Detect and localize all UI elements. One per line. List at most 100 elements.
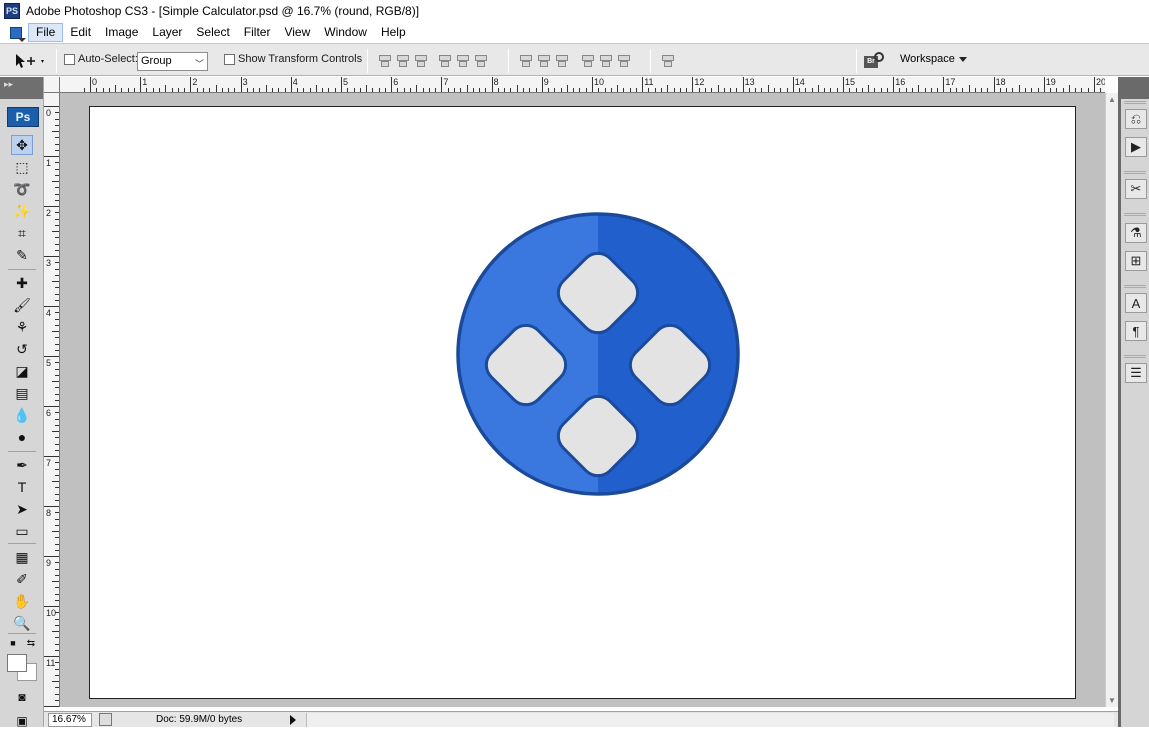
auto-select-checkbox[interactable] (64, 53, 75, 65)
distribute-top-icon[interactable] (518, 53, 532, 67)
ruler-tick (1100, 88, 1102, 92)
ruler-tick (303, 88, 305, 92)
auto-select-control[interactable]: Auto-Select: (64, 53, 138, 65)
menu-file[interactable]: File (28, 23, 64, 42)
auto-align-layers-icon[interactable] (660, 53, 674, 67)
paragraph-panel-icon[interactable]: ¶ (1125, 321, 1147, 341)
clone-stamp-tool-icon[interactable]: ⚘ (11, 317, 33, 337)
horizontal-ruler[interactable]: 01234567891011121314151617181920 (44, 77, 1105, 93)
marquee-tool-icon[interactable]: ⬚ (11, 157, 33, 177)
ruler-origin[interactable] (44, 77, 60, 93)
crop-tool-icon[interactable]: ⌗ (11, 223, 33, 243)
scroll-down-icon[interactable]: ▼ (1108, 696, 1116, 705)
vertical-scrollbar[interactable]: ▲ ▼ (1105, 93, 1118, 707)
ruler-tick (55, 262, 59, 264)
show-transform-checkbox[interactable] (224, 53, 235, 65)
swap-colors-icon[interactable]: ⇆ (24, 637, 38, 649)
toolbox-header[interactable]: ▸▸ (0, 77, 43, 99)
ps-badge[interactable]: Ps (7, 107, 39, 127)
eraser-tool-icon[interactable]: ◪ (11, 361, 33, 381)
actions-panel-icon[interactable]: ▶ (1125, 137, 1147, 157)
scroll-up-icon[interactable]: ▲ (1108, 95, 1116, 104)
blur-tool-icon[interactable]: 💧 (11, 405, 33, 425)
notes-tool-icon[interactable]: ▦ (11, 547, 33, 567)
status-preview-icon[interactable] (99, 713, 112, 726)
distribute-right-icon[interactable] (616, 53, 630, 67)
hand-tool-icon[interactable]: ✋ (11, 591, 33, 611)
photoshop-app-icon[interactable]: PS (4, 3, 20, 19)
document-canvas[interactable] (89, 106, 1076, 699)
auto-select-dropdown[interactable]: Group ﹀ (137, 52, 208, 71)
align-hcenter-icon[interactable] (455, 53, 469, 67)
move-tool-icon[interactable]: ✥ (11, 135, 33, 155)
workspace-menu[interactable]: Workspace (900, 53, 967, 65)
menu-filter[interactable]: Filter (237, 23, 278, 42)
menu-image[interactable]: Image (98, 23, 145, 42)
toolbox-separator (8, 451, 36, 452)
ruler-tick (55, 193, 59, 195)
screen-mode-icon[interactable]: ▣ (11, 711, 33, 731)
default-colors-icon[interactable]: ■ (6, 637, 20, 649)
tool-preset-picker[interactable] (12, 51, 48, 71)
clone-source-icon[interactable]: ⊞ (1125, 251, 1147, 271)
menu-help[interactable]: Help (374, 23, 413, 42)
type-tool-icon[interactable]: T (11, 477, 33, 497)
panel-group-grip[interactable] (1124, 101, 1146, 104)
lasso-tool-icon[interactable]: ➰ (11, 179, 33, 199)
layer-comps-icon[interactable]: ☰ (1125, 363, 1147, 383)
panel-group-grip[interactable] (1124, 285, 1146, 288)
align-left-icon[interactable] (437, 53, 451, 67)
align-vcenter-icon[interactable] (395, 53, 409, 67)
history-panel-icon[interactable]: ⎌ (1125, 109, 1147, 129)
ruler-tick (1006, 88, 1008, 92)
ruler-tick (253, 88, 255, 92)
ruler-tick (55, 124, 59, 126)
zoom-level-field[interactable]: 16.67% (48, 713, 92, 727)
align-bottom-icon[interactable] (413, 53, 427, 67)
distribute-bottom-icon[interactable] (554, 53, 568, 67)
zoom-tool-icon[interactable]: 🔍 (11, 613, 33, 633)
path-selection-tool-icon[interactable]: ➤ (11, 499, 33, 519)
ruler-tick (55, 662, 59, 664)
ruler-tick (278, 88, 280, 92)
healing-brush-tool-icon[interactable]: ✚ (11, 273, 33, 293)
menu-layer[interactable]: Layer (145, 23, 189, 42)
dodge-tool-icon[interactable]: ● (11, 427, 33, 447)
gradient-tool-icon[interactable]: ▤ (11, 383, 33, 403)
menu-select[interactable]: Select (189, 23, 236, 42)
document-icon[interactable] (8, 25, 26, 42)
shape-tool-icon[interactable]: ▭ (11, 521, 33, 541)
ruler-tick (44, 156, 59, 157)
status-menu-arrow-icon[interactable] (290, 715, 296, 725)
panel-group-grip[interactable] (1124, 171, 1146, 174)
menu-view[interactable]: View (277, 23, 317, 42)
foreground-color-swatch[interactable] (7, 654, 27, 672)
horizontal-scrollbar[interactable] (306, 713, 1114, 727)
distribute-vcenter-icon[interactable] (536, 53, 550, 67)
distribute-hcenter-icon[interactable] (598, 53, 612, 67)
panel-group-grip[interactable] (1124, 213, 1146, 216)
menu-edit[interactable]: Edit (63, 23, 98, 42)
brushes-panel-icon[interactable]: ⚗ (1125, 223, 1147, 243)
pen-tool-icon[interactable]: ✒ (11, 455, 33, 475)
magic-wand-tool-icon[interactable]: ✨ (11, 201, 33, 221)
history-brush-tool-icon[interactable]: ↺ (11, 339, 33, 359)
quick-mask-icon[interactable]: ◙ (11, 687, 33, 707)
distribute-left-icon[interactable] (580, 53, 594, 67)
character-panel-icon[interactable]: A (1125, 293, 1147, 313)
show-transform-control[interactable]: Show Transform Controls (224, 53, 362, 65)
brush-tool-icon[interactable]: 🖌 (11, 295, 33, 315)
document-workspace[interactable] (60, 93, 1105, 707)
align-top-icon[interactable] (377, 53, 391, 67)
tool-presets-icon[interactable]: ✂ (1125, 179, 1147, 199)
ruler-tick (55, 143, 59, 145)
menu-window[interactable]: Window (317, 23, 374, 42)
vertical-ruler[interactable]: 0 1 2 3 4 5 6 7 8 9 10 11 (44, 93, 60, 707)
panel-group-grip[interactable] (1124, 355, 1146, 358)
go-to-bridge-button[interactable]: Br (862, 50, 888, 72)
eyedropper-tool-icon[interactable]: ✐ (11, 569, 33, 589)
ruler-tick (397, 88, 399, 92)
slice-tool-icon[interactable]: ✎ (11, 245, 33, 265)
align-right-icon[interactable] (473, 53, 487, 67)
ruler-label: 2 (192, 77, 198, 87)
